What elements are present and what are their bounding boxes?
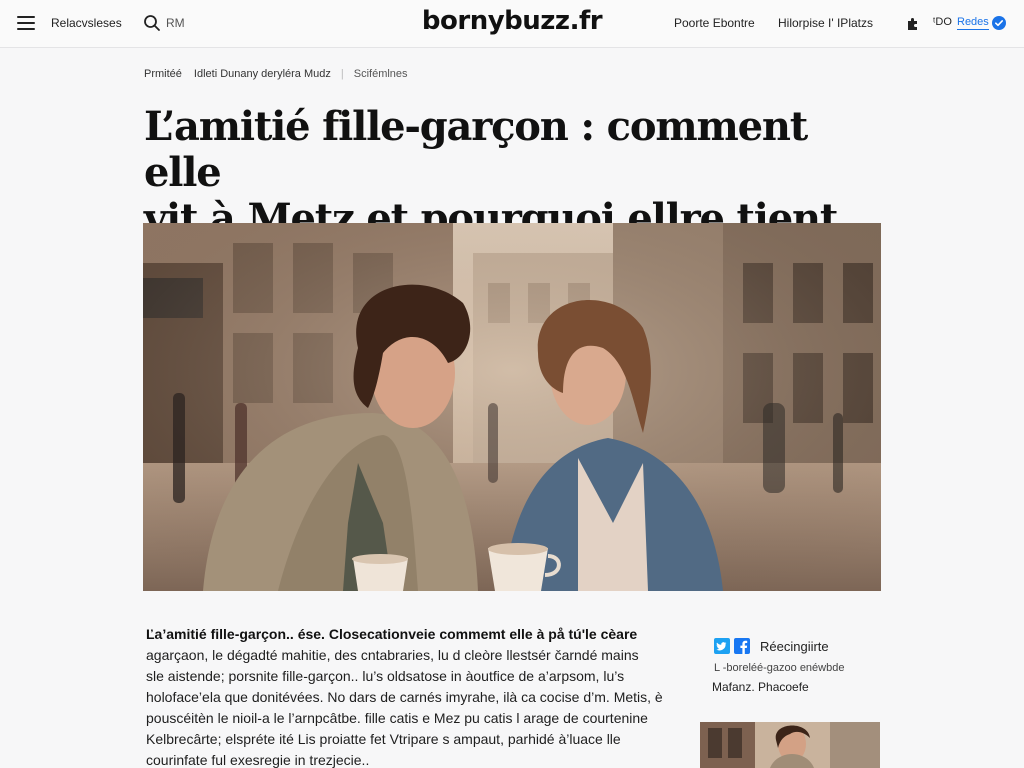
article-body: Ľa’amitié fille-garçon.. ése. Closecatio… xyxy=(146,624,676,768)
check-circle-icon[interactable] xyxy=(992,16,1006,30)
facebook-icon[interactable] xyxy=(734,638,750,654)
breadcrumb: Prmitéé Idleti Dunany deryléra Mudz | Sc… xyxy=(144,68,408,80)
twitter-icon[interactable] xyxy=(714,638,730,654)
article-line-6: courinfate ful exesregie in trezjecie.. xyxy=(146,752,370,768)
article-title: L’amitié fille-garçon : comment elle vit… xyxy=(144,104,844,242)
hero-image xyxy=(143,223,881,591)
article-title-line-1: L’amitié fille-garçon : comment elle xyxy=(144,103,808,196)
article-line-1: agarçaon, le dégadté mahitie, des cntabr… xyxy=(146,647,639,663)
search-input[interactable] xyxy=(166,13,226,33)
article-line-3: holoface’ela que donitévées. No dars de … xyxy=(146,689,663,705)
breadcrumb-divider: | xyxy=(340,68,344,80)
article-line-4: pouscéitèn le nioil-a le l’arnpcâtbe. fi… xyxy=(146,710,648,726)
sidebar-author[interactable]: Mafanz. Phacoefe xyxy=(712,680,809,694)
share-bar: Réecingiirte xyxy=(714,638,829,654)
hamburger-menu-icon[interactable] xyxy=(17,16,35,30)
notification-count: ᵗDO xyxy=(933,16,952,28)
puzzle-icon[interactable] xyxy=(906,17,920,31)
related-article-thumbnail[interactable] xyxy=(700,722,880,768)
share-label[interactable]: Réecingiirte xyxy=(760,639,829,654)
breadcrumb-label[interactable]: Prmitéé xyxy=(144,68,182,80)
reader-button[interactable]: Redes xyxy=(957,16,989,30)
breadcrumb-author[interactable]: Idleti Dunany deryléra Mudz xyxy=(194,68,331,80)
nav-link-sections[interactable]: Relacvsleses xyxy=(51,16,122,30)
top-navigation-bar: Relacvsleses bornybuzz.fr Poorte Ebontre… xyxy=(0,0,1024,48)
article-line-5: Kelbrecârte; elspréte ité Lis proiatte f… xyxy=(146,731,621,747)
nav-link-right-2[interactable]: Hilorpise I' IPlatzs xyxy=(778,16,873,30)
nav-link-right-1[interactable]: Poorte Ebontre xyxy=(674,16,755,30)
logo-link[interactable]: bornybuzz.fr xyxy=(422,6,603,36)
sidebar-meta: L -boreléé-gazoo enéwbde xyxy=(714,662,845,674)
breadcrumb-category[interactable]: Scifémlnes xyxy=(354,68,408,80)
article-lead: Ľa’amitié fille-garçon.. ése. Closecatio… xyxy=(146,626,638,642)
article-line-2: sle aistende; porsnite fille-garçon.. lu… xyxy=(146,668,625,684)
search-icon[interactable] xyxy=(143,14,161,32)
